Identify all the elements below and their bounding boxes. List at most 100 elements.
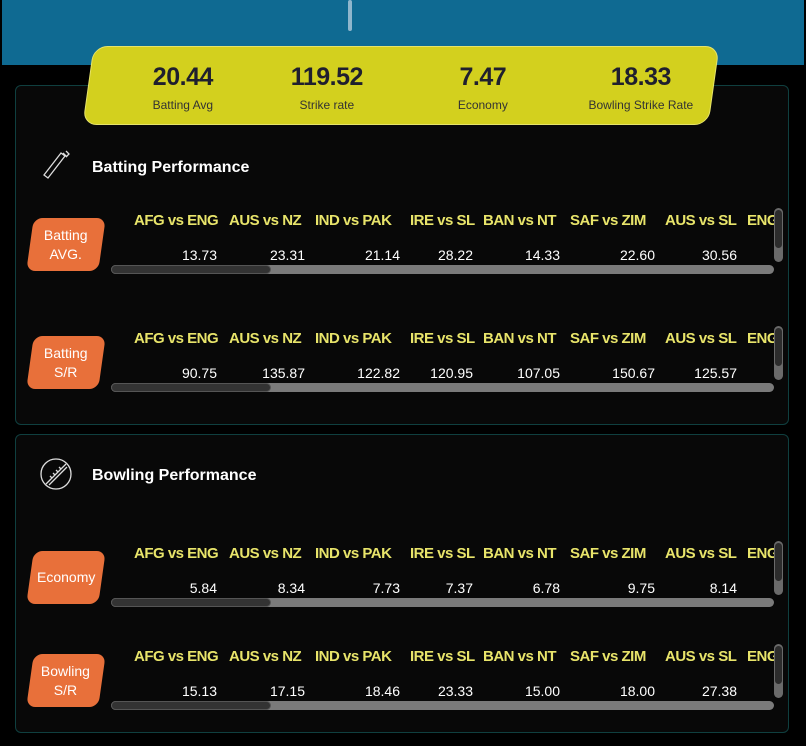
cricket-ball-icon: [40, 458, 72, 490]
metric-tag: Batting S/R: [26, 336, 106, 389]
match-value: 17.15: [269, 683, 305, 698]
stat-value: 18.33: [610, 63, 671, 91]
vertical-scrollbar[interactable]: [774, 541, 783, 595]
match-value: 120.95: [430, 365, 473, 380]
metric-tag: Bowling S/R: [26, 654, 106, 707]
economy-row: Economy AFG vs ENG AUS vs NZ IND vs PAK IRE …: [16, 541, 788, 621]
scroll-thumb[interactable]: [775, 328, 782, 366]
match-header: AUS vs SL: [665, 545, 737, 562]
match-header: SAF vs ZIM: [570, 545, 646, 562]
batting-avg-row: Batting AVG. AFG vs ENG AUS vs NZ IND vs PA…: [16, 208, 788, 288]
scroll-thumb[interactable]: [775, 646, 782, 684]
match-strip: AFG vs ENG AUS vs NZ IND vs PAK IRE vs SL BA…: [134, 330, 774, 380]
match-value: 6.78: [532, 580, 560, 595]
stat-label: Batting Avg: [152, 98, 214, 112]
scroll-thumb[interactable]: [111, 383, 271, 392]
vertical-scrollbar[interactable]: [774, 644, 783, 698]
match-header: AUS vs SL: [665, 648, 737, 665]
metric-label: Batting S/R: [44, 344, 88, 380]
scroll-thumb[interactable]: [111, 265, 271, 274]
match-value: [747, 247, 774, 262]
scroll-thumb[interactable]: [775, 543, 782, 581]
match-header: IRE vs SL: [410, 212, 475, 229]
match-header: AUS vs NZ: [229, 330, 302, 347]
match-header: IND vs PAK: [315, 212, 392, 229]
stat-economy: 7.47 Economy: [408, 47, 558, 112]
vertical-scrollbar[interactable]: [774, 208, 783, 262]
match-header: SAF vs ZIM: [570, 212, 646, 229]
scroll-thumb[interactable]: [111, 598, 271, 607]
match-value: [747, 580, 774, 595]
horizontal-scrollbar[interactable]: [111, 383, 774, 392]
match-header: AFG vs ENG: [134, 648, 219, 665]
match-value: 18.00: [619, 683, 655, 698]
match-value: 9.75: [627, 580, 655, 595]
match-value: 28.22: [437, 247, 473, 262]
match-value: 30.56: [701, 247, 737, 262]
match-value: 122.82: [357, 365, 400, 380]
match-header: IRE vs SL: [410, 648, 475, 665]
stat-strike-rate: 119.52 Strike rate: [252, 47, 402, 112]
match-value: 8.14: [709, 580, 737, 595]
horizontal-scrollbar[interactable]: [111, 598, 774, 607]
metric-tag: Batting AVG.: [26, 218, 106, 271]
scroll-thumb[interactable]: [111, 701, 271, 710]
match-header: SAF vs ZIM: [570, 330, 646, 347]
match-value: 14.33: [524, 247, 560, 262]
match-header: AUS vs NZ: [229, 212, 302, 229]
bowling-sr-row: Bowling S/R AFG vs ENG AUS vs NZ IND vs PAK…: [16, 644, 788, 724]
match-value: 107.05: [517, 365, 560, 380]
stat-batting-avg: 20.44 Batting Avg: [108, 47, 258, 112]
match-value: 150.67: [612, 365, 655, 380]
match-header: BAN vs NT: [483, 330, 557, 347]
stat-bowling-sr: 18.33 Bowling Strike Rate: [566, 47, 716, 112]
bowling-section: Bowling Performance Economy AFG vs ENG AUS…: [15, 434, 789, 733]
match-header: AFG vs ENG: [134, 330, 219, 347]
match-value: 90.75: [181, 365, 217, 380]
match-header: AFG vs ENG: [134, 212, 219, 229]
stat-label: Strike rate: [299, 98, 355, 112]
stat-label: Bowling Strike Rate: [588, 98, 694, 112]
match-header: ENG: [747, 648, 774, 665]
match-header: ENG: [747, 545, 774, 562]
metric-tag: Economy: [26, 551, 106, 604]
stat-value: 20.44: [152, 63, 213, 91]
match-value: [747, 683, 774, 698]
match-value: 7.37: [445, 580, 473, 595]
match-header: IND vs PAK: [315, 648, 392, 665]
stat-label: Economy: [457, 98, 508, 112]
match-header: IND vs PAK: [315, 330, 392, 347]
match-header: AUS vs SL: [665, 330, 737, 347]
match-strip: AFG vs ENG AUS vs NZ IND vs PAK IRE vs SL BA…: [134, 545, 774, 595]
match-value: 15.13: [181, 683, 217, 698]
scroll-thumb[interactable]: [775, 210, 782, 248]
section-title: Batting Performance: [92, 159, 250, 176]
horizontal-scrollbar[interactable]: [111, 265, 774, 274]
match-value: 27.38: [701, 683, 737, 698]
metric-label: Batting AVG.: [44, 226, 88, 262]
vertical-scrollbar[interactable]: [774, 326, 783, 380]
match-value: 21.14: [364, 247, 400, 262]
match-header: ENG: [747, 330, 774, 347]
section-title: Bowling Performance: [92, 467, 257, 484]
match-header: BAN vs NT: [483, 648, 557, 665]
match-header: BAN vs NT: [483, 545, 557, 562]
match-value: 5.84: [189, 580, 217, 595]
match-header: AUS vs NZ: [229, 648, 302, 665]
match-header: AUS vs NZ: [229, 545, 302, 562]
metric-label: Economy: [36, 569, 96, 585]
stat-value: 7.47: [459, 63, 507, 91]
batting-sr-row: Batting S/R AFG vs ENG AUS vs NZ IND vs PAK…: [16, 326, 788, 406]
match-value: 22.60: [619, 247, 655, 262]
match-value: [747, 365, 774, 380]
drag-handle[interactable]: [348, 0, 352, 31]
match-value: 15.00: [524, 683, 560, 698]
summary-card: 20.44 Batting Avg 119.52 Strike rate 7.47 E…: [82, 46, 720, 125]
match-strip: AFG vs ENG AUS vs NZ IND vs PAK IRE vs SL BA…: [134, 212, 774, 262]
match-header: ENG: [747, 212, 774, 229]
match-header: AUS vs SL: [665, 212, 737, 229]
match-value: 23.31: [269, 247, 305, 262]
match-value: 125.57: [694, 365, 737, 380]
match-header: SAF vs ZIM: [570, 648, 646, 665]
horizontal-scrollbar[interactable]: [111, 701, 774, 710]
